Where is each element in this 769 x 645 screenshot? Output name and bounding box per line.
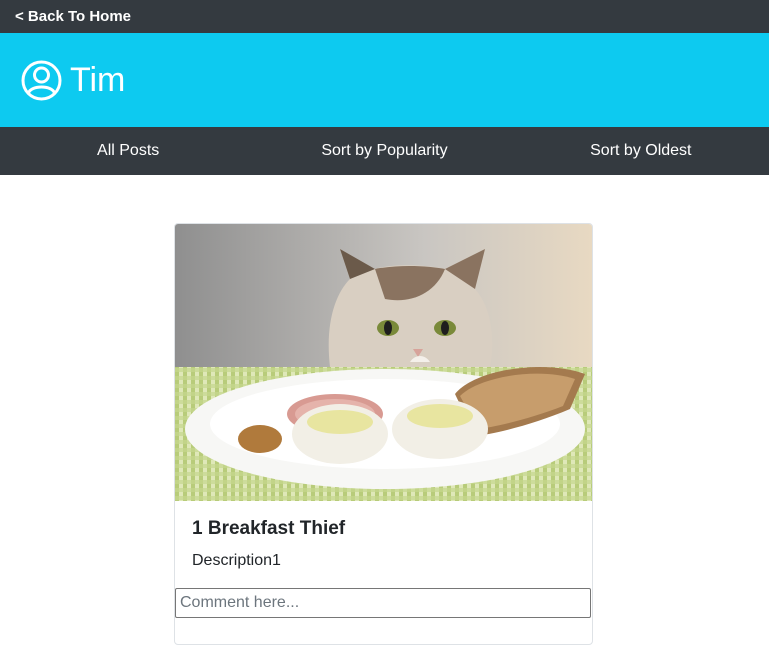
nav-sort-oldest[interactable]: Sort by Oldest (513, 127, 769, 175)
nav-all-posts[interactable]: All Posts (0, 127, 256, 175)
profile-header: Tim (0, 33, 769, 127)
profile-username: Tim (70, 61, 126, 99)
post-card: 1 Breakfast Thief Description1 (174, 223, 593, 645)
post-title: 1 Breakfast Thief (192, 518, 346, 539)
sort-nav: All Posts Sort by Popularity Sort by Old… (0, 127, 769, 175)
comment-input[interactable] (175, 588, 591, 618)
user-circle-icon (21, 60, 62, 101)
post-image (175, 224, 592, 501)
nav-sort-popularity[interactable]: Sort by Popularity (256, 127, 512, 175)
back-to-home-link[interactable]: < Back To Home (15, 8, 131, 25)
top-bar: < Back To Home (0, 0, 769, 33)
post-description: Description1 (192, 552, 281, 569)
